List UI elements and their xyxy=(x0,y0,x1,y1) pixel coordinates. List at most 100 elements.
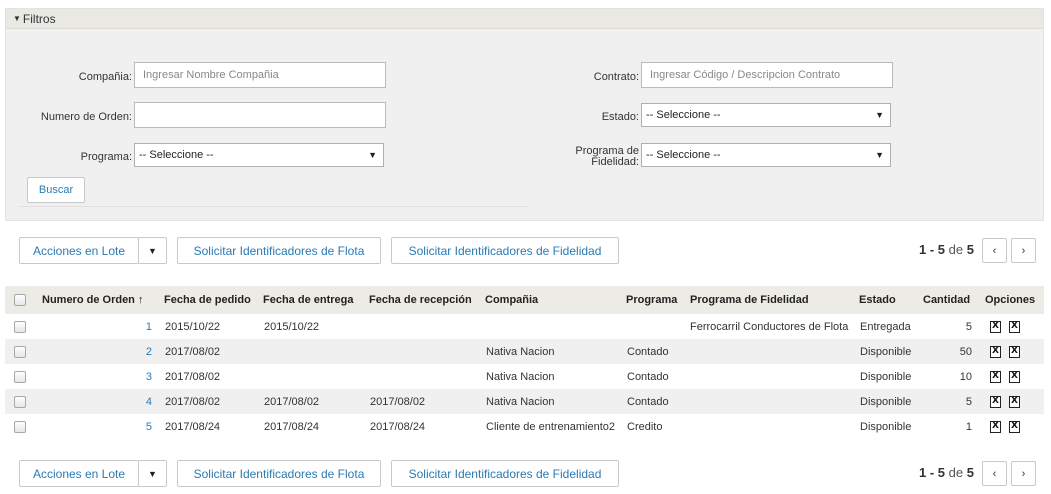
excel-export-alt-icon[interactable]: X xyxy=(1009,420,1020,433)
excel-export-icon[interactable]: X xyxy=(990,320,1001,333)
search-button[interactable]: Buscar xyxy=(27,177,85,203)
row-checkbox[interactable] xyxy=(14,339,26,364)
quantity-cell: 50 xyxy=(959,345,972,358)
excel-export-alt-icon[interactable]: X xyxy=(1009,395,1020,408)
program-cell: Contado xyxy=(627,370,669,383)
col-order-number[interactable]: Numero de Orden ↑ xyxy=(42,286,143,314)
filters-toggle[interactable]: ▼ Filtros xyxy=(6,9,1043,29)
options-cell: XX xyxy=(990,314,1028,339)
table-row: 5 2017/08/24 2017/08/24 2017/08/24 Cliente d… xyxy=(5,414,1044,439)
status-cell: Disponible xyxy=(860,395,912,408)
company-cell: Nativa Nacion xyxy=(486,370,555,383)
checkbox-box[interactable] xyxy=(14,294,26,306)
order-date-cell: 2017/08/02 xyxy=(165,395,221,408)
request-loyalty-ids-button-bottom[interactable]: Solicitar Identificadores de Fidelidad xyxy=(391,460,619,487)
company-cell: Cliente de entrenamiento2 xyxy=(486,420,616,433)
table-header: Numero de Orden ↑ Fecha de pedido Fecha … xyxy=(5,286,1044,314)
order-number-input[interactable] xyxy=(134,102,386,128)
request-fleet-ids-button-bottom[interactable]: Solicitar Identificadores de Flota xyxy=(177,460,381,487)
sort-ascending-icon: ↑ xyxy=(137,294,144,306)
col-company[interactable]: Compañia xyxy=(485,286,538,314)
batch-actions-caret-icon-bottom[interactable]: ▼ xyxy=(138,460,167,487)
excel-export-alt-icon[interactable]: X xyxy=(1009,345,1020,358)
order-number-link[interactable]: 2 xyxy=(42,339,152,364)
filters-form: Compañia: Contrato: Numero de Orden: Est… xyxy=(19,31,1029,215)
order-date-cell: 2015/10/22 xyxy=(165,320,221,333)
table-row: 3 2017/08/02 Nativa Nacion Contado Disponibl… xyxy=(5,364,1044,389)
pager-range: 1 - 5 xyxy=(919,465,946,480)
col-quantity[interactable]: Cantidad xyxy=(923,286,970,314)
order-number-link[interactable]: 4 xyxy=(42,389,152,414)
col-reception-date[interactable]: Fecha de recepción xyxy=(369,286,472,314)
delivery-date-cell: 2017/08/02 xyxy=(264,395,320,408)
collapse-triangle-icon: ▼ xyxy=(13,14,21,23)
row-checkbox[interactable] xyxy=(14,314,26,339)
row-checkbox[interactable] xyxy=(14,414,26,439)
col-loyalty-program[interactable]: Programa de Fidelidad xyxy=(690,286,809,314)
chevron-left-icon[interactable]: ‹ xyxy=(982,461,1007,486)
status-label: Estado: xyxy=(601,111,639,123)
filters-panel: ▼ Filtros Compañia: Contrato: Numero de … xyxy=(5,8,1044,221)
excel-export-alt-icon[interactable]: X xyxy=(1009,370,1020,383)
chevron-left-icon[interactable]: ‹ xyxy=(982,238,1007,263)
status-cell: Disponible xyxy=(860,420,912,433)
request-loyalty-ids-button[interactable]: Solicitar Identificadores de Fidelidad xyxy=(391,237,619,264)
batch-actions-button-bottom[interactable]: Acciones en Lote xyxy=(19,460,139,487)
order-number-link[interactable]: 1 xyxy=(42,314,152,339)
order-number-link[interactable]: 5 xyxy=(42,414,152,439)
program-select[interactable]: -- Seleccione -- ▼ xyxy=(134,143,384,167)
program-label: Programa: xyxy=(80,151,132,163)
contract-input[interactable] xyxy=(641,62,893,88)
contract-label: Contrato: xyxy=(593,71,639,83)
status-cell: Disponible xyxy=(860,370,912,383)
row-checkbox[interactable] xyxy=(14,364,26,389)
order-date-cell: 2017/08/02 xyxy=(165,370,221,383)
excel-export-icon[interactable]: X xyxy=(990,345,1001,358)
col-program[interactable]: Programa xyxy=(626,286,677,314)
excel-export-alt-icon[interactable]: X xyxy=(1009,320,1020,333)
checkbox-box[interactable] xyxy=(14,370,26,383)
delivery-date-cell: 2017/08/24 xyxy=(264,420,320,433)
checkbox-box[interactable] xyxy=(14,395,26,408)
col-delivery-date[interactable]: Fecha de entrega xyxy=(263,286,353,314)
orders-table: Numero de Orden ↑ Fecha de pedido Fecha … xyxy=(5,286,1044,439)
checkbox-box[interactable] xyxy=(14,345,26,358)
quantity-cell: 10 xyxy=(959,370,972,383)
col-order-date[interactable]: Fecha de pedido xyxy=(164,286,251,314)
status-select[interactable]: -- Seleccione -- ▼ xyxy=(641,103,891,127)
options-cell: XX xyxy=(990,414,1028,439)
chevron-right-icon[interactable]: › xyxy=(1011,461,1036,486)
program-cell: Contado xyxy=(627,345,669,358)
quantity-cell: 5 xyxy=(965,320,972,333)
order-number-link[interactable]: 3 xyxy=(42,364,152,389)
company-cell: Nativa Nacion xyxy=(486,345,555,358)
batch-actions-caret-icon[interactable]: ▼ xyxy=(138,237,167,264)
batch-actions-button[interactable]: Acciones en Lote xyxy=(19,237,139,264)
excel-export-icon[interactable]: X xyxy=(990,370,1001,383)
pager-total: 5 xyxy=(966,465,974,480)
pager-total: 5 xyxy=(966,242,974,257)
row-checkbox[interactable] xyxy=(14,389,26,414)
caret-down-icon: ▼ xyxy=(875,150,884,160)
select-all-checkbox[interactable] xyxy=(14,286,26,314)
status-cell: Disponible xyxy=(860,345,912,358)
col-status[interactable]: Estado xyxy=(859,286,896,314)
col-options: Opciones xyxy=(985,294,1036,306)
reception-date-cell: 2017/08/24 xyxy=(370,420,426,433)
excel-export-icon[interactable]: X xyxy=(990,420,1001,433)
order-number-label: Numero de Orden: xyxy=(40,111,132,123)
pager-summary: 1 - 5 de 5 xyxy=(919,242,974,257)
checkbox-box[interactable] xyxy=(14,420,26,433)
table-row: 2 2017/08/02 Nativa Nacion Contado Disponibl… xyxy=(5,339,1044,364)
program-cell: Contado xyxy=(627,395,669,408)
table-row: 1 2015/10/22 2015/10/22 Ferrocarril Conduct… xyxy=(5,314,1044,339)
company-input[interactable] xyxy=(134,62,386,88)
chevron-right-icon[interactable]: › xyxy=(1011,238,1036,263)
excel-export-icon[interactable]: X xyxy=(990,395,1001,408)
pager-of: de xyxy=(948,465,964,480)
loyalty-label-line2: Fidelidad: xyxy=(591,156,639,168)
loyalty-program-label: Programa de Fidelidad: xyxy=(539,146,639,168)
request-fleet-ids-button[interactable]: Solicitar Identificadores de Flota xyxy=(177,237,381,264)
loyalty-program-select[interactable]: -- Seleccione -- ▼ xyxy=(641,143,891,167)
checkbox-box[interactable] xyxy=(14,320,26,333)
